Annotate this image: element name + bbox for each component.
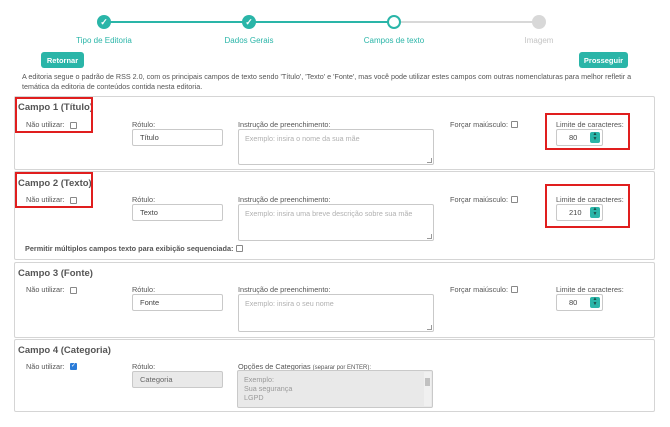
highlight-campo-2-limite	[545, 184, 630, 228]
campo-1-forcar-checkbox[interactable]	[511, 121, 518, 128]
campo-1-instrucao-textarea[interactable]: Exemplo: insira o nome da sua mãe	[238, 129, 434, 165]
campo-3-forcar-checkbox[interactable]	[511, 286, 518, 293]
step-label-dados-gerais[interactable]: Dados Gerais	[189, 36, 309, 45]
step-label-imagem: Imagem	[524, 36, 554, 45]
campo-3-instrucao-textarea[interactable]: Exemplo: insira o seu nome	[238, 294, 434, 332]
campo-2-rotulo-label: Rótulo:	[132, 195, 156, 204]
resize-handle-icon[interactable]	[427, 325, 432, 330]
campo-1-rotulo-label: Rótulo:	[132, 120, 156, 129]
campo-2-forcar-label: Forçar maiúsculo:	[450, 195, 508, 204]
resize-handle-icon[interactable]	[427, 158, 432, 163]
campo-2-instrucao-label: Instrução de preenchimento:	[238, 195, 331, 204]
step-4-pending-icon	[532, 15, 546, 29]
campo-1-rotulo-input[interactable]: Título	[132, 129, 223, 146]
campo-3-limite-input[interactable]: 80 ▲ ▼	[556, 294, 603, 311]
intro-text: A editoria segue o padrão de RSS 2.0, co…	[22, 72, 632, 91]
highlight-campo-1-header	[15, 97, 93, 133]
step-line-3	[394, 21, 539, 23]
campo-4-opcao-item: Exemplo:	[244, 375, 274, 384]
campo-4-nao-utilizar-label: Não utilizar:	[26, 362, 65, 371]
campo-2-multiplos-label: Permitir múltiplos campos texto para exi…	[25, 244, 234, 253]
campo-3-title: Campo 3 (Fonte)	[18, 268, 93, 279]
back-button[interactable]: Retornar	[41, 52, 84, 68]
campo-3-instrucao-label: Instrução de preenchimento:	[238, 285, 331, 294]
campo-1-instrucao-placeholder: Exemplo: insira o nome da sua mãe	[245, 134, 360, 143]
campo-2-instrucao-placeholder: Exemplo: insira uma breve descrição sobr…	[245, 209, 413, 218]
step-2-check-icon: ✓	[242, 15, 256, 29]
campo-4-rotulo-label: Rótulo:	[132, 362, 156, 371]
campo-4-opcao-item: Sua segurança	[244, 384, 293, 393]
spinner-icon[interactable]: ▲ ▼	[590, 297, 600, 308]
campo-2-multiplos-checkbox[interactable]	[236, 245, 243, 252]
campo-3-rotulo-label: Rótulo:	[132, 285, 156, 294]
next-button[interactable]: Prosseguir	[579, 52, 628, 68]
campo-3-limite-label: Limite de caracteres:	[556, 285, 624, 294]
campo-3-nao-utilizar-checkbox[interactable]	[70, 287, 77, 294]
campo-3-instrucao-placeholder: Exemplo: insira o seu nome	[245, 299, 334, 308]
campo-4-title: Campo 4 (Categoria)	[18, 345, 111, 356]
step-line-1	[104, 21, 249, 23]
campo-4-opcoes-textarea[interactable]: Exemplo: Sua segurança LGPD	[237, 370, 433, 408]
scrollbar[interactable]	[424, 372, 431, 406]
scrollbar-thumb[interactable]	[425, 378, 430, 386]
campo-2-rotulo-input[interactable]: Texto	[132, 204, 223, 221]
step-label-campos-texto[interactable]: Campos de texto	[334, 36, 454, 45]
progress-stepper: ✓ ✓ Tipo de Editoria Dados Gerais Campos…	[0, 0, 670, 48]
campo-1-forcar-label: Forçar maiúsculo:	[450, 120, 508, 129]
campo-3-forcar-label: Forçar maiúsculo:	[450, 285, 508, 294]
step-label-tipo-editoria[interactable]: Tipo de Editoria	[44, 36, 164, 45]
highlight-campo-2-header	[15, 172, 93, 208]
campo-3-limite-value: 80	[569, 298, 578, 307]
campo-2-forcar-checkbox[interactable]	[511, 196, 518, 203]
campo-1-instrucao-label: Instrução de preenchimento:	[238, 120, 331, 129]
campo-2-instrucao-textarea[interactable]: Exemplo: insira uma breve descrição sobr…	[238, 204, 434, 241]
step-3-current-icon	[387, 15, 401, 29]
step-1-check-icon: ✓	[97, 15, 111, 29]
campo-3-rotulo-input[interactable]: Fonte	[132, 294, 223, 311]
resize-handle-icon[interactable]	[427, 234, 432, 239]
campo-4-nao-utilizar-checkbox[interactable]: ✓	[70, 363, 77, 370]
step-line-2	[249, 21, 394, 23]
highlight-campo-1-limite	[545, 113, 630, 150]
campo-4-rotulo-input[interactable]: Categoria	[132, 371, 223, 388]
campo-4-opcao-item: LGPD	[244, 393, 264, 402]
campo-3-nao-utilizar-label: Não utilizar:	[26, 285, 65, 294]
campo-3-card: Campo 3 (Fonte) Não utilizar: Rótulo: Fo…	[14, 262, 655, 338]
